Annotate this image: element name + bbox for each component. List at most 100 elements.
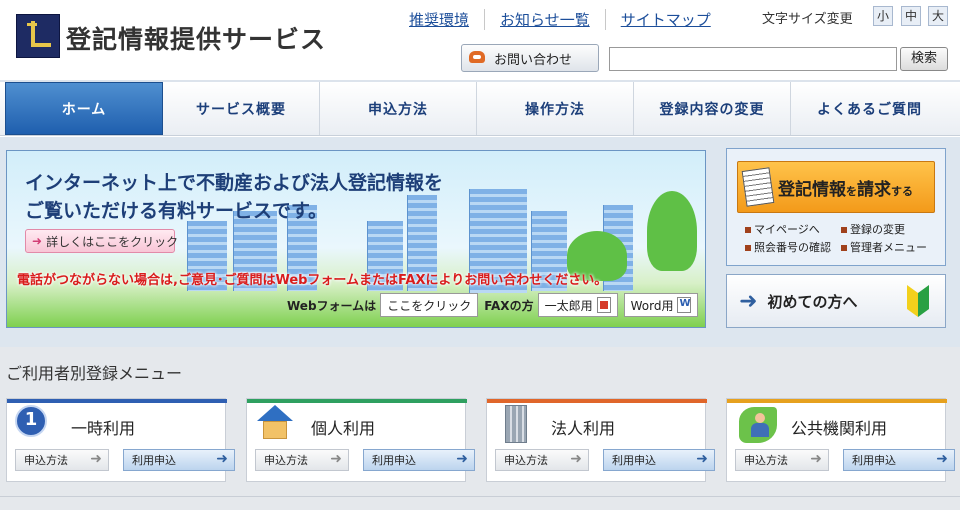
font-size-medium-button[interactable]: 中: [901, 6, 921, 26]
beginner-mark-green: [918, 285, 929, 317]
beginner-mark-yellow: [907, 285, 918, 317]
application-method-button[interactable]: 申込方法 ➜: [735, 449, 829, 471]
house-roof: [257, 405, 293, 421]
application-method-button[interactable]: 申込方法 ➜: [15, 449, 109, 471]
tree-illustration: [647, 191, 697, 271]
fax-word-button[interactable]: Word用: [623, 293, 699, 317]
application-method-button[interactable]: 申込方法 ➜: [255, 449, 349, 471]
request-registry-button[interactable]: 登記情報を請求する: [737, 161, 935, 213]
main-nav: ホーム サービス概要 申込方法 操作方法 登録内容の変更 よくあるご質問: [0, 80, 960, 136]
hero-notice: 電話がつながらない場合は,ご意見･ご質問はWebフォームまたはFAXによりお問い…: [17, 273, 608, 288]
nav-home[interactable]: ホーム: [5, 82, 163, 135]
apply-button[interactable]: 利用申込 ➜: [843, 449, 955, 471]
link-news-list[interactable]: お知らせ一覧: [485, 8, 606, 30]
header: 登記情報提供サービス 推奨環境 お知らせ一覧 サイトマップ 文字サイズ変更 小 …: [0, 0, 960, 80]
first-time-label: 初めての方へ: [767, 292, 858, 311]
request-label-part1: 登記情報: [778, 179, 846, 200]
person-head: [755, 413, 765, 423]
apply-button[interactable]: 利用申込 ➜: [363, 449, 475, 471]
arrow-right-icon: ➜: [739, 288, 758, 314]
word-file-icon: [677, 297, 692, 313]
request-panel: 登記情報を請求する マイページへ 登録の変更 照会番号の確認 管理者メニュー: [726, 148, 946, 266]
bullet-icon: [841, 245, 847, 251]
card-accent-bar: [7, 399, 227, 403]
person-body: [751, 423, 769, 437]
nav-faq[interactable]: よくあるご質問: [791, 82, 948, 135]
font-size-small-button[interactable]: 小: [873, 6, 893, 26]
contact-button[interactable]: お問い合わせ: [461, 44, 599, 72]
button-label: 申込方法: [264, 454, 308, 467]
nav-service-overview[interactable]: サービス概要: [163, 82, 320, 135]
building-icon-shape: [505, 405, 527, 443]
first-time-button[interactable]: ➜ 初めての方へ: [726, 274, 946, 328]
card-accent-bar: [247, 399, 467, 403]
link-registration-change-label: 登録の変更: [850, 223, 905, 236]
webform-button[interactable]: ここをクリック: [380, 293, 479, 317]
application-method-button[interactable]: 申込方法 ➜: [495, 449, 589, 471]
site-title[interactable]: 登記情報提供サービス: [66, 20, 326, 56]
apply-button[interactable]: 利用申込 ➜: [123, 449, 235, 471]
card-title: 法人利用: [551, 419, 616, 438]
top-links: 推奨環境 お知らせ一覧 サイトマップ: [394, 8, 726, 30]
request-links: マイページへ 登録の変更 照会番号の確認 管理者メニュー: [745, 221, 945, 257]
contact-label: お問い合わせ: [494, 52, 573, 68]
person-shape: [751, 413, 769, 439]
arrow-right-icon: ➜: [696, 451, 708, 467]
map-person-icon: [735, 405, 777, 443]
button-label: 申込方法: [504, 454, 548, 467]
bullet-icon: [841, 227, 847, 233]
arrow-right-icon: ➜: [936, 451, 948, 467]
request-label-small1: を: [846, 184, 857, 198]
link-mypage-label: マイページへ: [754, 223, 820, 236]
card-corporate-use: 法人利用 申込方法 ➜ 利用申込 ➜: [486, 398, 715, 482]
arrow-right-icon: ➜: [330, 451, 342, 467]
link-mypage[interactable]: マイページへ: [745, 221, 841, 239]
nav-application-method[interactable]: 申込方法: [320, 82, 477, 135]
card-accent-bar: [727, 399, 947, 403]
link-recommended-env[interactable]: 推奨環境: [394, 8, 486, 30]
button-label: 利用申込: [612, 454, 656, 467]
button-label: 申込方法: [744, 454, 788, 467]
hero-headline: インターネット上で不動産および法人登記情報を ご覧いただける有料サービスです。: [25, 169, 443, 225]
nav-operation-method[interactable]: 操作方法: [477, 82, 634, 135]
font-size-large-button[interactable]: 大: [928, 6, 948, 26]
fax-label: FAXの方: [484, 298, 534, 313]
apply-button[interactable]: 利用申込 ➜: [603, 449, 715, 471]
button-label: 申込方法: [24, 454, 68, 467]
card-title: 個人利用: [311, 419, 376, 438]
link-admin-menu[interactable]: 管理者メニュー: [841, 239, 937, 257]
nav-change-registration[interactable]: 登録内容の変更: [634, 82, 791, 135]
arrow-right-icon: ➜: [810, 451, 822, 467]
request-label-small2: する: [891, 184, 913, 198]
fax-word-label: Word用: [630, 298, 674, 313]
card-title: 公共機関利用: [791, 419, 888, 438]
link-reference-number[interactable]: 照会番号の確認: [745, 239, 841, 257]
link-admin-menu-label: 管理者メニュー: [850, 241, 927, 254]
contact-options-row: Webフォームは ここをクリック FAXの方 一太郎用 Word用: [287, 293, 704, 317]
arrow-right-icon: ➜: [456, 451, 468, 467]
link-sitemap[interactable]: サイトマップ: [606, 9, 726, 30]
fax-ichitaro-label: 一太郎用: [544, 298, 593, 313]
beginner-mark-icon: [907, 285, 929, 317]
logo-mark-top: [27, 23, 37, 26]
search-button[interactable]: 検索: [900, 47, 948, 71]
bullet-icon: [745, 245, 751, 251]
link-reference-number-label: 照会番号の確認: [754, 241, 831, 254]
card-title: 一時利用: [71, 419, 136, 438]
search-input[interactable]: [609, 47, 897, 71]
card-personal-use: 個人利用 申込方法 ➜ 利用申込 ➜: [246, 398, 475, 482]
hero-banner: インターネット上で不動産および法人登記情報を ご覧いただける有料サービスです。 …: [6, 150, 706, 328]
fax-ichitaro-button[interactable]: 一太郎用: [537, 293, 618, 317]
arrow-right-icon: ➜: [90, 451, 102, 467]
hero-detail-button[interactable]: ➜ 詳しくはここをクリック: [25, 229, 178, 253]
time-icon-number: 1: [15, 405, 47, 437]
hero-headline-line2: ご覧いただける有料サービスです。: [25, 200, 328, 222]
house-icon-shape: [255, 405, 295, 443]
bottom-divider: [0, 496, 960, 497]
building-icon: [495, 405, 535, 443]
arrow-right-icon: ➜: [570, 451, 582, 467]
request-registry-label: 登記情報を請求する: [778, 175, 913, 200]
button-label: 利用申込: [852, 454, 896, 467]
site-logo[interactable]: [16, 14, 60, 58]
link-registration-change[interactable]: 登録の変更: [841, 221, 937, 239]
